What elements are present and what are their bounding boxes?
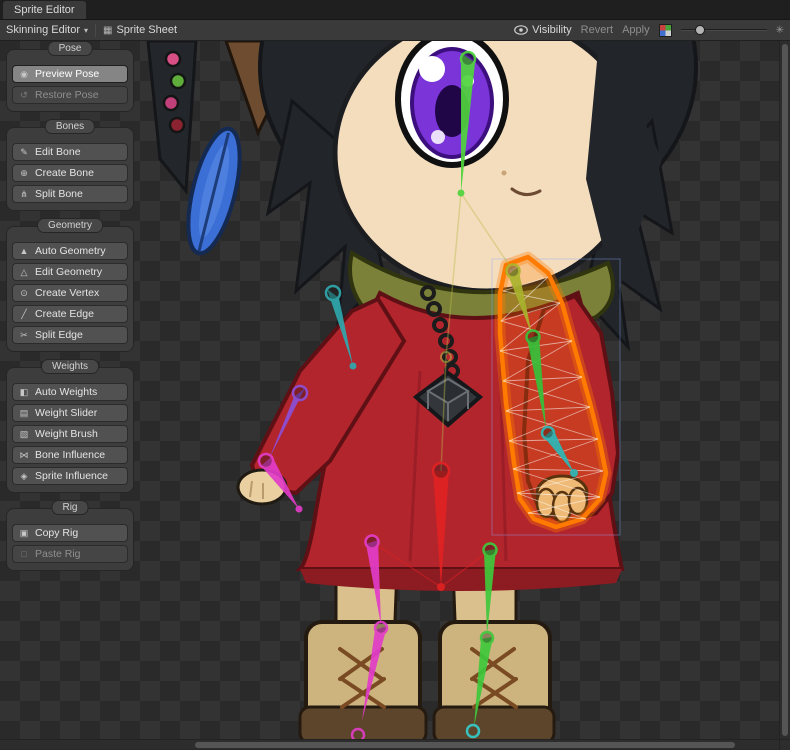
group-bones-title: Bones — [45, 119, 95, 134]
mode-dropdown-label: Skinning Editor — [6, 24, 80, 36]
restore-pose-button[interactable]: ↺ Restore Pose — [12, 86, 128, 104]
sprite-sheet-label: Sprite Sheet — [116, 24, 177, 36]
create-bone-button[interactable]: ⊕ Create Bone — [12, 164, 128, 182]
create-bone-label: Create Bone — [35, 167, 94, 179]
slider-knob[interactable] — [695, 25, 705, 35]
scrollbar-corner — [779, 740, 790, 750]
edit-geometry-label: Edit Geometry — [35, 266, 102, 278]
copy-rig-icon: ▣ — [18, 528, 30, 539]
sprite-sheet-button[interactable]: ▦ Sprite Sheet — [103, 24, 177, 36]
weight-slider-icon: ▤ — [18, 408, 30, 419]
color-overlay-icon[interactable] — [659, 24, 672, 37]
weight-brush-label: Weight Brush — [35, 428, 98, 440]
weight-brush-button[interactable]: ▧ Weight Brush — [12, 425, 128, 443]
eye-icon — [514, 25, 528, 35]
paste-rig-label: Paste Rig — [35, 548, 81, 560]
apply-button[interactable]: Apply — [622, 24, 650, 36]
skinning-tool-panel: Pose ◉ Preview Pose ↺ Restore Pose Bones… — [6, 49, 134, 586]
restore-pose-label: Restore Pose — [35, 89, 99, 101]
chevron-down-icon: ▾ — [84, 26, 88, 35]
horizontal-scrollbar-thumb[interactable] — [195, 742, 735, 748]
group-pose: Pose ◉ Preview Pose ↺ Restore Pose — [6, 49, 134, 112]
toolbar-separator — [95, 24, 96, 37]
create-bone-icon: ⊕ — [18, 168, 30, 179]
group-geometry-title: Geometry — [37, 218, 103, 233]
sprite-canvas[interactable]: Pose ◉ Preview Pose ↺ Restore Pose Bones… — [0, 41, 790, 739]
sprite-influence-label: Sprite Influence — [35, 470, 108, 482]
visibility-label: Visibility — [532, 24, 572, 36]
split-bone-label: Split Bone — [35, 188, 83, 200]
edit-bone-button[interactable]: ✎ Edit Bone — [12, 143, 128, 161]
bone-influence-icon: ⋈ — [18, 450, 30, 461]
preview-pose-icon: ◉ — [18, 69, 30, 80]
horizontal-scrollbar[interactable] — [0, 739, 790, 749]
edit-bone-icon: ✎ — [18, 147, 30, 158]
sprite-editor-window: Sprite Editor Skinning Editor ▾ ▦ Sprite… — [0, 0, 790, 750]
create-vertex-label: Create Vertex — [35, 287, 99, 299]
create-edge-button[interactable]: ╱ Create Edge — [12, 305, 128, 323]
auto-geometry-button[interactable]: ▲ Auto Geometry — [12, 242, 128, 260]
vertical-scrollbar[interactable] — [779, 41, 790, 739]
edit-geometry-button[interactable]: △ Edit Geometry — [12, 263, 128, 281]
create-edge-icon: ╱ — [18, 309, 30, 320]
copy-rig-label: Copy Rig — [35, 527, 78, 539]
weight-slider-button[interactable]: ▤ Weight Slider — [12, 404, 128, 422]
visibility-button[interactable]: Visibility — [514, 24, 572, 36]
create-vertex-icon: ⊙ — [18, 288, 30, 299]
tab-sprite-editor[interactable]: Sprite Editor — [3, 1, 86, 19]
preview-pose-button[interactable]: ◉ Preview Pose — [12, 65, 128, 83]
sprite-influence-button[interactable]: ◈ Sprite Influence — [12, 467, 128, 485]
group-rig-title: Rig — [51, 500, 88, 515]
copy-rig-button[interactable]: ▣ Copy Rig — [12, 524, 128, 542]
group-weights-title: Weights — [41, 359, 99, 374]
edit-bone-label: Edit Bone — [35, 146, 81, 158]
split-edge-icon: ✂ — [18, 330, 30, 341]
group-pose-title: Pose — [48, 41, 93, 56]
edit-geometry-icon: △ — [18, 267, 30, 278]
auto-geometry-label: Auto Geometry — [35, 245, 106, 257]
split-edge-label: Split Edge — [35, 329, 83, 341]
split-bone-button[interactable]: ⋔ Split Bone — [12, 185, 128, 203]
split-edge-button[interactable]: ✂ Split Edge — [12, 326, 128, 344]
slider-track — [681, 29, 767, 31]
revert-button[interactable]: Revert — [581, 24, 613, 36]
mode-dropdown[interactable]: Skinning Editor ▾ — [6, 24, 88, 36]
overlay-settings-icon[interactable]: ✳ — [776, 25, 784, 36]
create-edge-label: Create Edge — [35, 308, 94, 320]
group-weights: Weights ◧ Auto Weights ▤ Weight Slider ▧… — [6, 367, 134, 493]
weight-brush-icon: ▧ — [18, 429, 30, 440]
group-rig: Rig ▣ Copy Rig □ Paste Rig — [6, 508, 134, 571]
toolbar: Skinning Editor ▾ ▦ Sprite Sheet Visibil… — [0, 20, 790, 41]
tab-bar: Sprite Editor — [0, 0, 790, 20]
bone-influence-label: Bone Influence — [35, 449, 105, 461]
opacity-slider[interactable] — [681, 24, 767, 36]
weight-slider-label: Weight Slider — [35, 407, 97, 419]
auto-weights-label: Auto Weights — [35, 386, 97, 398]
paste-rig-icon: □ — [18, 549, 30, 559]
group-bones: Bones ✎ Edit Bone ⊕ Create Bone ⋔ Split … — [6, 127, 134, 211]
auto-weights-button[interactable]: ◧ Auto Weights — [12, 383, 128, 401]
bone-influence-button[interactable]: ⋈ Bone Influence — [12, 446, 128, 464]
vertical-scrollbar-thumb[interactable] — [782, 44, 788, 736]
split-bone-icon: ⋔ — [18, 189, 30, 200]
preview-pose-label: Preview Pose — [35, 68, 99, 80]
create-vertex-button[interactable]: ⊙ Create Vertex — [12, 284, 128, 302]
group-geometry: Geometry ▲ Auto Geometry △ Edit Geometry… — [6, 226, 134, 352]
auto-weights-icon: ◧ — [18, 387, 30, 398]
paste-rig-button[interactable]: □ Paste Rig — [12, 545, 128, 563]
sprite-sheet-icon: ▦ — [103, 25, 112, 36]
sprite-influence-icon: ◈ — [18, 471, 30, 482]
restore-pose-icon: ↺ — [18, 90, 30, 101]
auto-geometry-icon: ▲ — [18, 246, 30, 256]
